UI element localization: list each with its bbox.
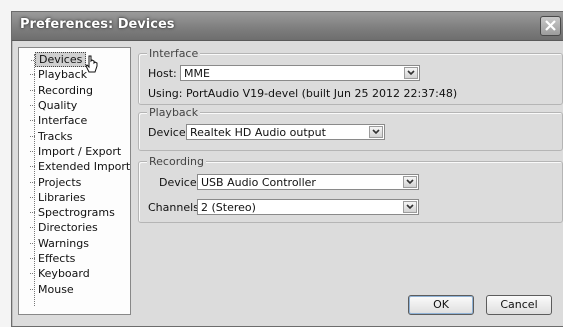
playback-group: Playback Device: Realtek HD Audio output <box>138 106 563 151</box>
recording-device-dropdown-button[interactable] <box>403 176 417 188</box>
close-icon <box>545 20 556 31</box>
playback-device-label: Device: <box>148 126 190 139</box>
recording-device-select[interactable]: USB Audio Controller <box>197 174 419 190</box>
chevron-down-icon <box>406 204 414 210</box>
host-dropdown-button[interactable] <box>404 67 418 79</box>
playback-dropdown-button[interactable] <box>369 126 383 138</box>
tree-item-tracks[interactable]: Tracks <box>35 129 76 144</box>
channels-dropdown-button[interactable] <box>403 201 417 213</box>
tree-item-recording[interactable]: Recording <box>35 83 96 98</box>
tree-item-spectrograms[interactable]: Spectrograms <box>35 205 118 220</box>
playback-group-label: Playback <box>147 106 201 119</box>
playback-device-select[interactable]: Realtek HD Audio output <box>186 124 385 140</box>
tree-item-projects[interactable]: Projects <box>35 175 84 190</box>
tree-item-effects[interactable]: Effects <box>35 251 78 266</box>
tree-item-import-export[interactable]: Import / Export <box>35 144 124 159</box>
recording-group-label: Recording <box>147 155 207 168</box>
tree-item-mouse[interactable]: Mouse <box>35 282 77 297</box>
tree-item-warnings[interactable]: Warnings <box>35 236 92 251</box>
host-select[interactable]: MME <box>180 65 420 81</box>
tree-item-playback[interactable]: Playback <box>35 67 90 82</box>
host-select-value: MME <box>184 67 210 80</box>
tree-item-quality[interactable]: Quality <box>35 98 80 113</box>
title-bar[interactable]: Preferences: Devices <box>12 12 563 41</box>
tree-item-libraries[interactable]: Libraries <box>35 190 89 205</box>
tree-item-devices[interactable]: Devices <box>35 52 87 67</box>
window-title: Preferences: Devices <box>20 17 175 32</box>
category-tree[interactable]: Devices Playback Recording Quality Inter… <box>18 47 131 315</box>
channels-select[interactable]: 2 (Stereo) <box>197 199 419 215</box>
ok-button[interactable]: OK <box>408 295 474 315</box>
tree-item-extended-import[interactable]: Extended Import <box>35 159 133 174</box>
chevron-down-icon <box>406 179 414 185</box>
cancel-button[interactable]: Cancel <box>486 295 552 315</box>
close-button[interactable] <box>540 16 561 36</box>
channels-value: 2 (Stereo) <box>201 201 256 214</box>
mouse-pointer-icon <box>85 55 98 73</box>
recording-device-value: USB Audio Controller <box>201 176 316 189</box>
recording-device-label: Device: <box>159 176 201 189</box>
interface-group-label: Interface <box>147 47 201 60</box>
recording-group: Recording Device: USB Audio Controller C… <box>138 155 563 223</box>
tree-item-interface[interactable]: Interface <box>35 113 90 128</box>
interface-group: Interface Host: MME Using: PortAudio V19… <box>138 47 563 105</box>
portaudio-info: Using: PortAudio V19-devel (built Jun 25… <box>148 87 458 100</box>
chevron-down-icon <box>407 70 415 76</box>
host-label: Host: <box>148 67 177 80</box>
chevron-down-icon <box>372 129 380 135</box>
tree-item-keyboard[interactable]: Keyboard <box>35 266 93 281</box>
preferences-dialog: Preferences: Devices Devices Playback Re… <box>11 11 563 327</box>
tree-item-directories[interactable]: Directories <box>35 220 101 235</box>
playback-device-value: Realtek HD Audio output <box>190 126 326 139</box>
channels-label: Channels: <box>148 201 203 214</box>
